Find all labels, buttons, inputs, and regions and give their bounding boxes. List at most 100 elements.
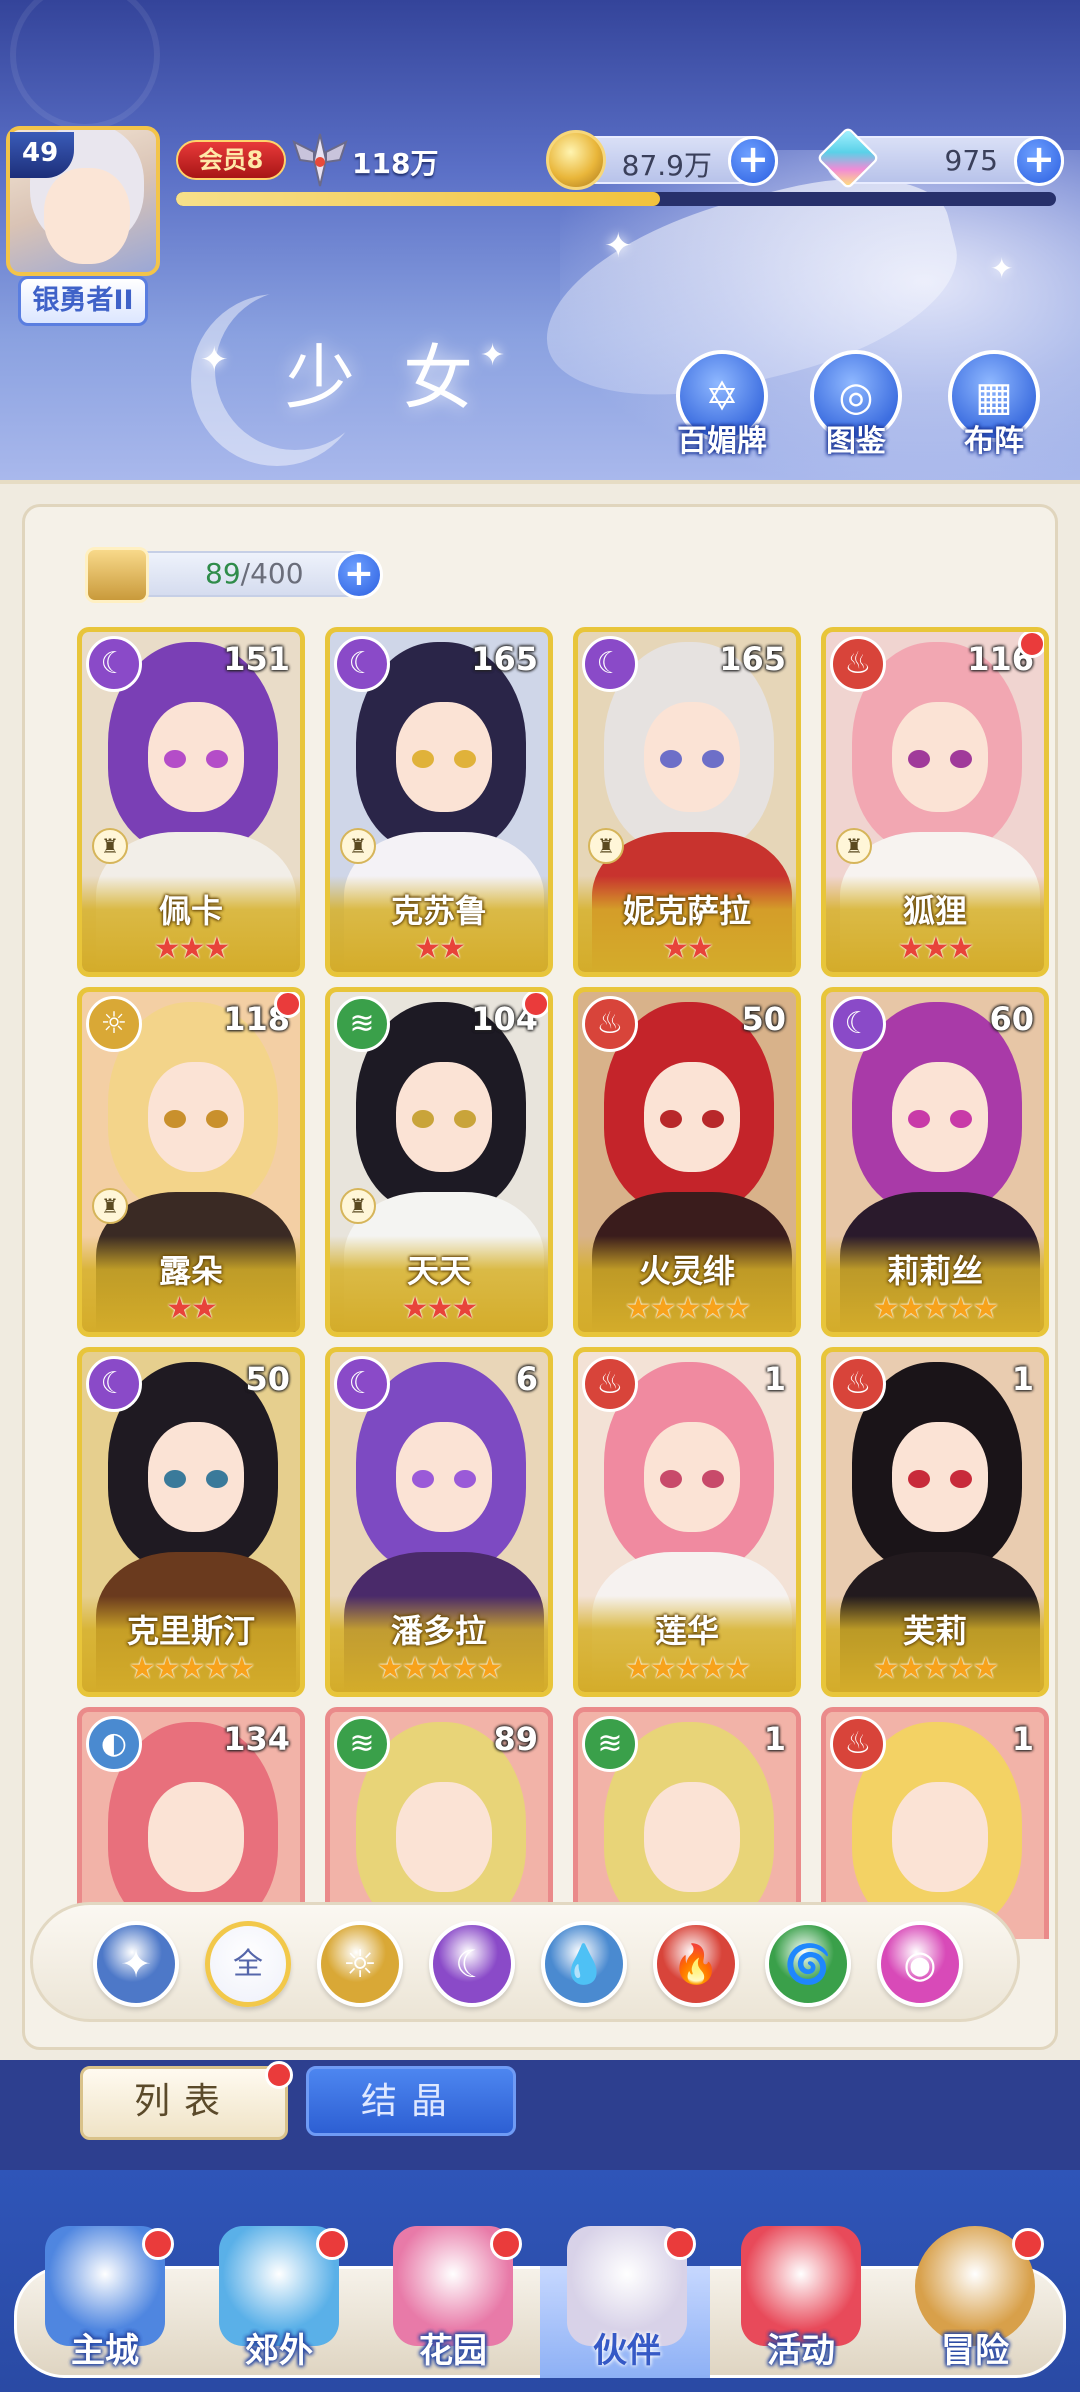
heart-decoration — [10, 0, 160, 130]
add-gold-button[interactable]: + — [728, 136, 778, 186]
portrait-face — [892, 1062, 988, 1172]
notification-dot — [265, 2061, 293, 2089]
tab-crystal[interactable]: 结晶 — [306, 2066, 516, 2136]
element-filter-bar: ✦ 全 ☼ ☾ 💧 🔥 🌀 ◉ — [30, 1902, 1020, 2022]
nav-portal[interactable]: 郊外 — [204, 2226, 354, 2386]
character-card[interactable]: ☾ 165 ♜ 妮克萨拉 ★★ — [573, 627, 801, 977]
character-card[interactable]: ♨ 116 ♜ 狐狸 ★★★ — [821, 627, 1049, 977]
winged-sword-icon — [292, 133, 348, 187]
filter-light-button[interactable]: ◉ — [877, 1921, 963, 2007]
add-gems-button[interactable]: + — [1014, 136, 1064, 186]
star-rating: ★★★ — [153, 931, 231, 966]
portrait-eye — [454, 1110, 476, 1128]
capacity-max: /400 — [240, 557, 304, 590]
star-rating: ★★★★★ — [872, 1291, 999, 1326]
header: ✦ ✦ ✦ ✦ — [0, 0, 1080, 480]
filter-all-button[interactable]: 全 — [205, 1921, 291, 2007]
gold-coin-icon — [546, 130, 606, 190]
tab-list-label: 列表 — [133, 2081, 234, 2122]
filter-star-button[interactable]: ✦ — [93, 1921, 179, 2007]
capacity-current: 89 — [205, 557, 241, 590]
portrait-eye — [908, 750, 930, 768]
character-level: 1 — [1011, 1720, 1034, 1758]
tab-list[interactable]: 列表 — [80, 2061, 293, 2140]
portrait-eye — [412, 1110, 434, 1128]
vip-badge[interactable]: 会员8 — [176, 140, 286, 180]
filter-fire-button[interactable]: 🔥 — [653, 1921, 739, 2007]
character-level: 50 — [245, 1360, 290, 1398]
star-rating: ★★★★★ — [128, 1651, 255, 1686]
character-level: 1 — [1011, 1360, 1034, 1398]
character-name: 狐狸 — [902, 892, 967, 930]
notification-dot — [1012, 2228, 1044, 2260]
filter-sun-button[interactable]: ☼ — [317, 1921, 403, 2007]
wind-element-icon: ≋ — [334, 996, 390, 1052]
star-rating: ★★★ — [401, 1291, 479, 1326]
character-card[interactable]: ☾ 60 莉莉丝 ★★★★★ — [821, 987, 1049, 1337]
character-name: 佩卡 — [158, 892, 223, 930]
character-level: 165 — [719, 640, 786, 678]
character-card[interactable]: ☾ 6 潘多拉 ★★★★★ — [325, 1347, 553, 1697]
nav-partner[interactable]: 伙伴 — [552, 2226, 702, 2386]
tab-crystal-label: 结晶 — [360, 2081, 461, 2122]
portrait-eye — [950, 1470, 972, 1488]
experience-bar-fill — [176, 192, 660, 206]
star-rating: ★★★★★ — [376, 1651, 503, 1686]
character-name: 天天 — [406, 1252, 471, 1290]
character-card[interactable]: ☾ 165 ♜ 克苏鲁 ★★ — [325, 627, 553, 977]
nav-label: 主城 — [71, 2331, 139, 2371]
player-level-badge: 49 — [10, 132, 74, 178]
character-card[interactable]: ≋ 104 ♜ 天天 ★★★ — [325, 987, 553, 1337]
character-card[interactable]: ♨ 50 火灵绯 ★★★★★ — [573, 987, 801, 1337]
nav-compass[interactable]: 冒险 — [900, 2226, 1050, 2386]
character-card[interactable]: ☼ 118 ♜ 露朵 ★★ — [77, 987, 305, 1337]
experience-bar — [176, 192, 1056, 206]
character-name: 妮克萨拉 — [622, 892, 751, 930]
diamond-icon — [816, 126, 880, 190]
character-card[interactable]: ☾ 50 克里斯汀 ★★★★★ — [77, 1347, 305, 1697]
portrait-eye — [164, 1110, 186, 1128]
wind-element-icon: ≋ — [334, 1716, 390, 1772]
star-rating: ★★★★★ — [872, 1651, 999, 1686]
nav-gift[interactable]: 活动 — [726, 2226, 876, 2386]
character-card[interactable]: ♨ 1 莲华 ★★★★★ — [573, 1347, 801, 1697]
portrait-face — [148, 1782, 244, 1892]
notification-dot — [1018, 632, 1044, 658]
nav-label: 花园 — [419, 2331, 487, 2371]
character-card[interactable]: ☾ 151 ♜ 佩卡 ★★★ — [77, 627, 305, 977]
star-rating: ★★★★★ — [624, 1291, 751, 1326]
moon-element-icon: ☾ — [830, 996, 886, 1052]
character-card[interactable]: ♨ 1 芙莉 ★★★★★ — [821, 1347, 1049, 1697]
fire-element-icon: ♨ — [582, 1356, 638, 1412]
character-grid: ☾ 151 ♜ 佩卡 ★★★ ☾ 165 ♜ 克苏鲁 ★★ ☾ 165 ♜ 妮克… — [77, 627, 1057, 2012]
gallery-button[interactable]: ◎ 图鉴 — [806, 350, 906, 460]
filter-moon-button[interactable]: ☾ — [429, 1921, 515, 2007]
formation-button[interactable]: ▦ 布阵 — [944, 350, 1044, 460]
nav-heart-garden[interactable]: 花园 — [378, 2226, 528, 2386]
page-title: 少女 — [285, 337, 521, 419]
portrait-eye — [206, 1110, 228, 1128]
player-rank-label: 银勇者II — [18, 276, 148, 326]
notification-dot — [522, 992, 548, 1018]
moon-element-icon: ☾ — [86, 1356, 142, 1412]
roster-capacity: 89/400 + — [85, 547, 385, 603]
portrait-face — [396, 702, 492, 812]
card-deck-button[interactable]: ✡ 百媚牌 — [672, 350, 772, 460]
gallery-label: 图鉴 — [826, 424, 886, 459]
capacity-count: 89/400 — [205, 557, 304, 590]
avatar-face — [44, 168, 130, 264]
nav-castle[interactable]: 主城 — [30, 2226, 180, 2386]
character-level: 1 — [763, 1360, 786, 1398]
filter-wind-button[interactable]: 🌀 — [765, 1921, 851, 2007]
portrait-face — [148, 702, 244, 812]
portrait-face — [148, 1062, 244, 1172]
nav-label: 郊外 — [245, 2331, 313, 2371]
expand-capacity-button[interactable]: + — [335, 551, 383, 599]
portrait-face — [644, 1782, 740, 1892]
portrait-eye — [412, 750, 434, 768]
filter-water-button[interactable]: 💧 — [541, 1921, 627, 2007]
portrait-face — [892, 1782, 988, 1892]
notification-dot — [664, 2228, 696, 2260]
character-name: 克里斯汀 — [126, 1612, 255, 1650]
notification-dot — [274, 992, 300, 1018]
